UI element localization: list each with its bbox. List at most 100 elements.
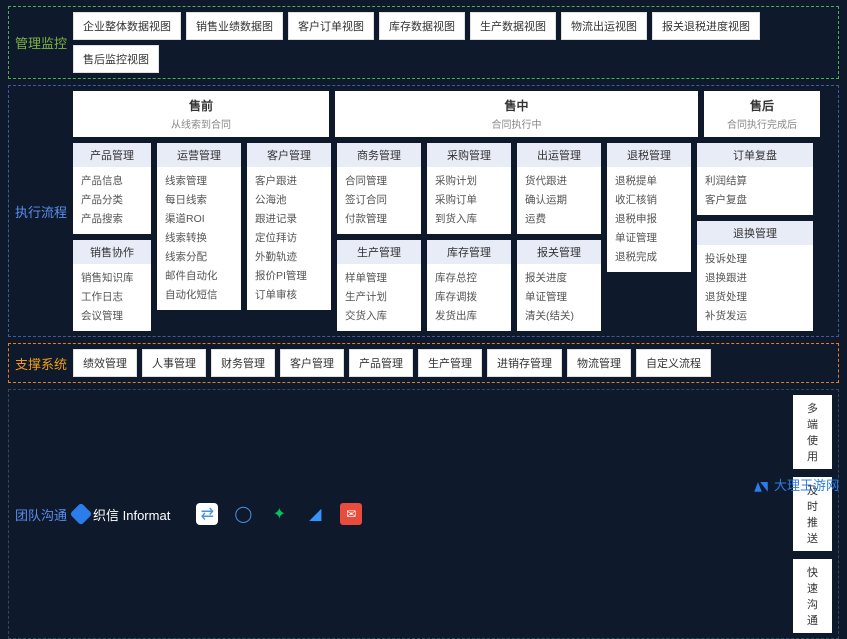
card-item: 客户复盘 (705, 190, 805, 209)
card-item: 合同管理 (345, 171, 413, 190)
monitor-chip: 生产数据视图 (470, 12, 556, 40)
support-chip: 产品管理 (349, 349, 413, 377)
monitor-chip: 库存数据视图 (379, 12, 465, 40)
comm-icons: ⇄ ◯ ✦ ◢ ✉ (196, 503, 787, 525)
monitor-chip: 企业整体数据视图 (73, 12, 181, 40)
card-item: 库存调拨 (435, 287, 503, 306)
card-header: 库存管理 (427, 240, 511, 264)
card-item: 交货入库 (345, 306, 413, 325)
phase-insale: 售中 合同执行中 (335, 91, 698, 137)
card-item: 公海池 (255, 190, 323, 209)
process-label: 执行流程 (15, 202, 67, 221)
process-card: 采购管理采购计划采购订单到货入库 (427, 143, 511, 234)
process-card: 商务管理合同管理签订合同付款管理 (337, 143, 421, 234)
process-column: 产品管理产品信息产品分类产品搜索销售协作销售知识库工作日志会议管理 (73, 143, 151, 331)
watermark: 大理王游网 (752, 475, 839, 494)
monitor-chip: 销售业绩数据图 (186, 12, 283, 40)
card-item: 清关(结关) (525, 306, 593, 325)
card-item: 付款管理 (345, 209, 413, 228)
card-item: 采购订单 (435, 190, 503, 209)
support-chip: 财务管理 (211, 349, 275, 377)
card-header: 报关管理 (517, 240, 601, 264)
support-panel: 支撑系统 绩效管理人事管理财务管理客户管理产品管理生产管理进销存管理物流管理自定… (8, 343, 839, 383)
card-item: 定位拜访 (255, 228, 323, 247)
brand-icon (70, 503, 93, 526)
card-header: 退税管理 (607, 143, 691, 167)
card-item: 退税申报 (615, 209, 683, 228)
comm-panel: 团队沟通 织信 Informat ⇄ ◯ ✦ ◢ ✉ 多端使用及时推送快速沟通 (8, 389, 839, 639)
card-item: 客户跟进 (255, 171, 323, 190)
card-header: 商务管理 (337, 143, 421, 167)
comm-label: 团队沟通 (15, 505, 67, 524)
process-card: 退税管理退税提单收汇核销退税申报单证管理退税完成 (607, 143, 691, 272)
brand: 织信 Informat (73, 505, 170, 524)
process-column: 采购管理采购计划采购订单到货入库库存管理库存总控库存调拨发货出库 (427, 143, 511, 331)
card-item: 采购计划 (435, 171, 503, 190)
dingtalk-icon: ◢ (304, 503, 326, 525)
card-item: 订单审核 (255, 285, 323, 304)
process-card: 运营管理线索管理每日线索渠道ROI线索转换线索分配邮件自动化自动化短信 (157, 143, 241, 310)
wechat-icon: ✦ (268, 503, 290, 525)
card-header: 生产管理 (337, 240, 421, 264)
process-column: 退税管理退税提单收汇核销退税申报单证管理退税完成 (607, 143, 691, 331)
card-item: 补货发运 (705, 306, 805, 325)
monitor-chip: 物流出运视图 (561, 12, 647, 40)
card-item: 产品信息 (81, 171, 143, 190)
process-card: 出运管理货代跟进确认运期运费 (517, 143, 601, 234)
support-chip: 生产管理 (418, 349, 482, 377)
card-item: 运费 (525, 209, 593, 228)
app-icon-1: ⇄ (196, 503, 218, 525)
process-column: 运营管理线索管理每日线索渠道ROI线索转换线索分配邮件自动化自动化短信 (157, 143, 241, 331)
process-column: 出运管理货代跟进确认运期运费报关管理报关进度单证管理清关(结关) (517, 143, 601, 331)
card-item: 报价PI管理 (255, 266, 323, 285)
card-header: 采购管理 (427, 143, 511, 167)
card-item: 自动化短信 (165, 285, 233, 304)
card-item: 线索管理 (165, 171, 233, 190)
card-item: 线索转换 (165, 228, 233, 247)
card-item: 退货处理 (705, 287, 805, 306)
watermark-icon (752, 476, 770, 494)
card-item: 产品分类 (81, 190, 143, 209)
card-item: 收汇核销 (615, 190, 683, 209)
card-item: 投诉处理 (705, 249, 805, 268)
monitor-label: 管理监控 (15, 33, 67, 52)
card-item: 渠道ROI (165, 209, 233, 228)
card-item: 库存总控 (435, 268, 503, 287)
comm-pill: 多端使用 (793, 395, 832, 469)
card-item: 线索分配 (165, 247, 233, 266)
card-item: 工作日志 (81, 287, 143, 306)
card-item: 会议管理 (81, 306, 143, 325)
mail-icon: ✉ (340, 503, 362, 525)
process-card: 报关管理报关进度单证管理清关(结关) (517, 240, 601, 331)
phase-presale: 售前 从线索到合同 (73, 91, 329, 137)
process-card: 库存管理库存总控库存调拨发货出库 (427, 240, 511, 331)
process-card: 订单复盘利润结算客户复盘 (697, 143, 813, 215)
support-chip: 进销存管理 (487, 349, 562, 377)
card-item: 利润结算 (705, 171, 805, 190)
process-panel: 执行流程 售前 从线索到合同 售中 合同执行中 售后 合同执行完成后 产品管理产… (8, 85, 839, 337)
process-card: 退换管理投诉处理退换跟进退货处理补货发运 (697, 221, 813, 331)
support-chip: 自定义流程 (636, 349, 711, 377)
card-item: 退换跟进 (705, 268, 805, 287)
monitor-chip: 客户订单视图 (288, 12, 374, 40)
process-card: 客户管理客户跟进公海池跟进记录定位拜访外勤轨迹报价PI管理订单审核 (247, 143, 331, 310)
card-item: 单证管理 (615, 228, 683, 247)
card-item: 货代跟进 (525, 171, 593, 190)
monitor-chips: 企业整体数据视图销售业绩数据图客户订单视图库存数据视图生产数据视图物流出运视图报… (73, 12, 832, 73)
process-column: 订单复盘利润结算客户复盘退换管理投诉处理退换跟进退货处理补货发运 (697, 143, 813, 331)
phase-headers: 售前 从线索到合同 售中 合同执行中 售后 合同执行完成后 (73, 91, 832, 137)
card-item: 外勤轨迹 (255, 247, 323, 266)
card-item: 产品搜索 (81, 209, 143, 228)
process-column: 客户管理客户跟进公海池跟进记录定位拜访外勤轨迹报价PI管理订单审核 (247, 143, 331, 331)
support-label: 支撑系统 (15, 354, 67, 373)
card-item: 样单管理 (345, 268, 413, 287)
card-item: 发货出库 (435, 306, 503, 325)
process-body: 售前 从线索到合同 售中 合同执行中 售后 合同执行完成后 产品管理产品信息产品… (73, 91, 832, 331)
process-columns: 产品管理产品信息产品分类产品搜索销售协作销售知识库工作日志会议管理运营管理线索管… (73, 143, 832, 331)
card-item: 报关进度 (525, 268, 593, 287)
process-card: 生产管理样单管理生产计划交货入库 (337, 240, 421, 331)
card-header: 退换管理 (697, 221, 813, 245)
card-item: 跟进记录 (255, 209, 323, 228)
card-item: 邮件自动化 (165, 266, 233, 285)
card-item: 到货入库 (435, 209, 503, 228)
